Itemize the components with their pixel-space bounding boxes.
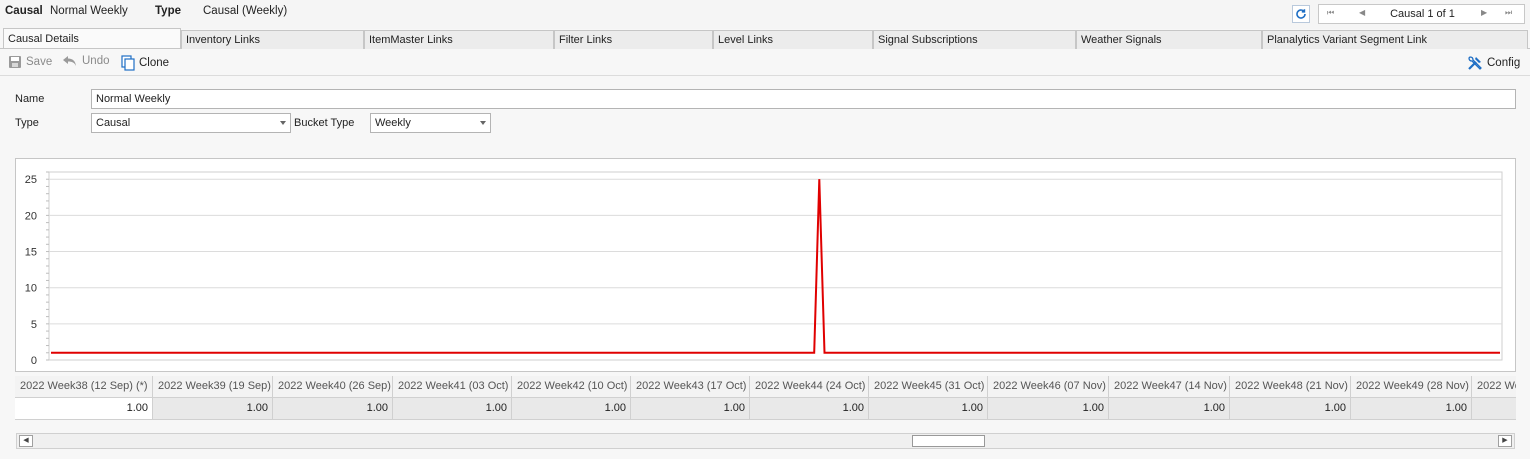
y-tick-label: 10: [25, 283, 37, 295]
bucket-type-select-value: Weekly: [375, 117, 411, 129]
name-label: Name: [15, 93, 45, 105]
y-tick-label: 20: [25, 210, 37, 222]
grid-value-cell[interactable]: 1.00: [631, 398, 750, 420]
causal-name-value: Normal Weekly: [50, 5, 128, 17]
grid-column-header[interactable]: 2022 Week45 (31 Oct): [869, 376, 988, 398]
grid-value-cell[interactable]: 1.00: [750, 398, 869, 420]
save-button[interactable]: Save: [8, 55, 52, 69]
grid-column-header[interactable]: 2022 Week47 (14 Nov): [1109, 376, 1230, 398]
chevron-down-icon: [480, 121, 486, 125]
toolbar: Save Undo Clone Config: [0, 50, 1530, 76]
scroll-right-icon[interactable]: ▶: [1498, 435, 1512, 447]
grid-column-header[interactable]: 2022 Week44 (24 Oct): [750, 376, 869, 398]
tab-filter-links[interactable]: Filter Links: [554, 30, 713, 49]
type-field-label: Type: [15, 117, 39, 129]
grid-column-header[interactable]: 2022 Week42 (10 Oct): [512, 376, 631, 398]
grid-column-header[interactable]: 2022 We: [1472, 376, 1516, 398]
type-select-value: Causal: [96, 117, 131, 129]
grid-value-cell[interactable]: 1.00: [1230, 398, 1351, 420]
grid-column-header[interactable]: 2022 Week41 (03 Oct): [393, 376, 512, 398]
grid-column-header[interactable]: 2022 Week46 (07 Nov): [988, 376, 1109, 398]
refresh-icon: [1296, 9, 1306, 19]
values-grid: 2022 Week38 (12 Sep) (*) 1.00 2022 Week39 …: [15, 376, 1516, 432]
scroll-thumb[interactable]: [912, 435, 985, 447]
grid-column-header[interactable]: 2022 Week39 (19 Sep): [153, 376, 273, 398]
config-button[interactable]: Config: [1467, 55, 1520, 71]
scroll-left-icon[interactable]: ◀: [19, 435, 33, 447]
undo-icon: [63, 56, 76, 66]
grid-column-header[interactable]: 2022 Week38 (12 Sep) (*): [15, 376, 153, 398]
grid-column-header[interactable]: 2022 Week40 (26 Sep): [273, 376, 393, 398]
name-input[interactable]: Normal Weekly: [91, 89, 1516, 109]
chart-svg: 0 5 10 15 20 25: [25, 171, 1503, 367]
tab-itemmaster-links[interactable]: ItemMaster Links: [364, 30, 554, 49]
save-icon: [9, 56, 21, 68]
y-tick-label: 25: [25, 174, 37, 186]
refresh-button[interactable]: [1292, 5, 1310, 23]
bucket-type-label: Bucket Type: [294, 117, 355, 129]
grid-value-cell[interactable]: 1.00: [15, 398, 153, 420]
clone-icon: [121, 55, 135, 71]
chevron-down-icon: [280, 121, 286, 125]
tab-inventory-links[interactable]: Inventory Links: [181, 30, 364, 49]
tools-icon: [1468, 56, 1482, 70]
plot-area: [48, 171, 1503, 361]
type-label: Type: [155, 5, 181, 17]
grid-column-header[interactable]: 2022 Week48 (21 Nov): [1230, 376, 1351, 398]
tab-signal-subscriptions[interactable]: Signal Subscriptions: [873, 30, 1076, 49]
grid-value-cell[interactable]: 1.00: [869, 398, 988, 420]
y-tick-label: 0: [31, 355, 37, 367]
grid-value-cell[interactable]: 1.00: [1109, 398, 1230, 420]
tab-bar: Causal Details Inventory Links ItemMaste…: [0, 28, 1530, 49]
last-page-icon[interactable]: ⏭: [1505, 8, 1512, 18]
causal-chart: 0 5 10 15 20 25: [15, 158, 1516, 372]
bucket-type-select[interactable]: Weekly: [370, 113, 491, 133]
next-page-icon[interactable]: ▶: [1481, 8, 1487, 17]
y-tick-label: 5: [31, 319, 37, 331]
causal-label: Causal: [5, 5, 43, 17]
tab-planalytics-variant-segment-link[interactable]: Planalytics Variant Segment Link: [1262, 30, 1528, 49]
undo-label: Undo: [82, 55, 110, 67]
grid-value-cell[interactable]: 1.00: [153, 398, 273, 420]
grid-value-cell[interactable]: 1.00: [512, 398, 631, 420]
clone-label: Clone: [139, 57, 170, 69]
type-select[interactable]: Causal: [91, 113, 291, 133]
grid-value-cell[interactable]: 1.00: [988, 398, 1109, 420]
horizontal-scrollbar[interactable]: ◀ ▶: [16, 433, 1515, 449]
navigator-text: Causal 1 of 1: [1390, 8, 1455, 20]
grid-value-cell[interactable]: [1472, 398, 1516, 420]
config-label: Config: [1487, 57, 1521, 69]
tab-causal-details[interactable]: Causal Details: [3, 28, 181, 48]
type-value: Causal (Weekly): [203, 5, 288, 17]
clone-button[interactable]: Clone: [121, 55, 169, 71]
y-tick-label: 15: [25, 247, 37, 259]
save-label: Save: [26, 56, 53, 68]
tab-weather-signals[interactable]: Weather Signals: [1076, 30, 1262, 49]
grid-column-header[interactable]: 2022 Week49 (28 Nov): [1351, 376, 1472, 398]
record-navigator: ⏮ ◀ Causal 1 of 1 ▶ ⏭: [1318, 4, 1525, 24]
grid-column-header[interactable]: 2022 Week43 (17 Oct): [631, 376, 750, 398]
grid-value-cell[interactable]: 1.00: [273, 398, 393, 420]
grid-value-cell[interactable]: 1.00: [393, 398, 512, 420]
tab-level-links[interactable]: Level Links: [713, 30, 873, 49]
record-header: Causal Normal Weekly Type Causal (Weekly…: [0, 0, 1530, 29]
grid-value-cell[interactable]: 1.00: [1351, 398, 1472, 420]
undo-button[interactable]: Undo: [62, 55, 110, 67]
